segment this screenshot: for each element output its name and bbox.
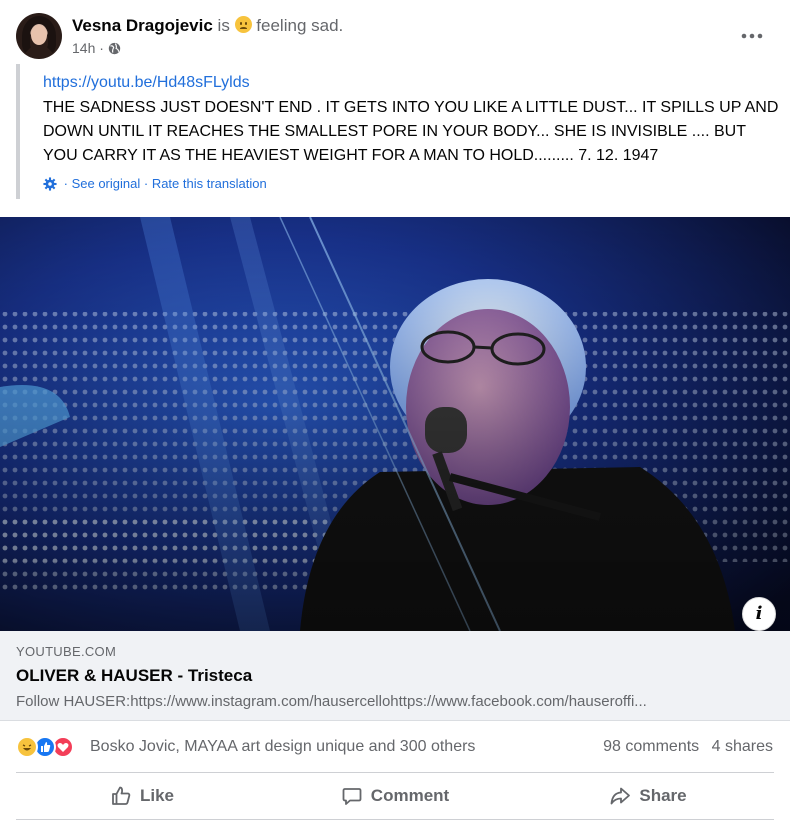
shares-count[interactable]: 4 shares — [712, 738, 773, 755]
comment-button[interactable]: Comment — [269, 773, 521, 819]
see-original-link[interactable]: See original — [72, 176, 141, 191]
like-icon — [112, 786, 131, 805]
comments-count[interactable]: 98 comments — [603, 738, 699, 755]
link-title[interactable]: OLIVER & HAUSER - Tristeca — [16, 666, 252, 686]
post-text: THE SADNESS JUST DOESN'T END . IT GETS I… — [43, 99, 779, 164]
sad-emoji-icon — [234, 16, 252, 33]
author-line: Vesna Dragojevic is feeling sad. — [72, 16, 343, 36]
video-thumbnail[interactable]: i — [0, 217, 790, 631]
more-icon[interactable] — [738, 26, 766, 46]
share-label: Share — [639, 786, 687, 805]
post-time[interactable]: 14h — [72, 40, 95, 56]
translated-post: https://youtu.be/Hd48sFLylds THE SADNESS… — [16, 64, 778, 199]
reaction-stats: Bosko Jovic, MAYAA art design unique and… — [0, 722, 790, 772]
post-meta: 14h · — [72, 40, 121, 56]
is-text: is — [217, 16, 230, 35]
comment-label: Comment — [370, 786, 450, 805]
globe-icon — [108, 42, 120, 55]
video-frame-image — [0, 217, 790, 631]
gear-icon[interactable] — [43, 177, 57, 191]
author-avatar[interactable] — [16, 13, 62, 59]
like-button[interactable]: Like — [16, 773, 268, 819]
reaction-icons[interactable] — [16, 736, 88, 758]
post-header: Vesna Dragojevic is feeling sad. 14h · — [0, 0, 790, 64]
link-domain: YOUTUBE.COM — [16, 644, 117, 659]
link-description: Follow HAUSER:https://www.instagram.com/… — [16, 693, 647, 710]
translation-options: · See original · Rate this translation — [43, 176, 267, 191]
like-label: Like — [139, 786, 175, 805]
rate-translation-link[interactable]: Rate this translation — [152, 176, 267, 191]
share-button[interactable]: Share — [522, 773, 774, 819]
reaction-names[interactable]: Bosko Jovic, MAYAA art design unique and… — [90, 738, 475, 756]
author-name[interactable]: Vesna Dragojevic — [72, 16, 213, 35]
comment-icon — [342, 788, 362, 805]
info-icon[interactable]: i — [742, 597, 776, 631]
link-preview-card[interactable]: YOUTUBE.COM OLIVER & HAUSER - Tristeca F… — [0, 631, 790, 721]
youtube-link[interactable]: https://youtu.be/Hd48sFLylds — [43, 74, 250, 92]
haha-reaction-icon — [16, 736, 38, 758]
feeling-text: feeling sad. — [256, 16, 344, 35]
action-bar: Like Comment Share — [16, 772, 774, 820]
engagement-counts: 98 comments 4 shares — [603, 738, 773, 756]
share-icon — [610, 787, 631, 805]
meta-separator: · — [99, 40, 104, 56]
